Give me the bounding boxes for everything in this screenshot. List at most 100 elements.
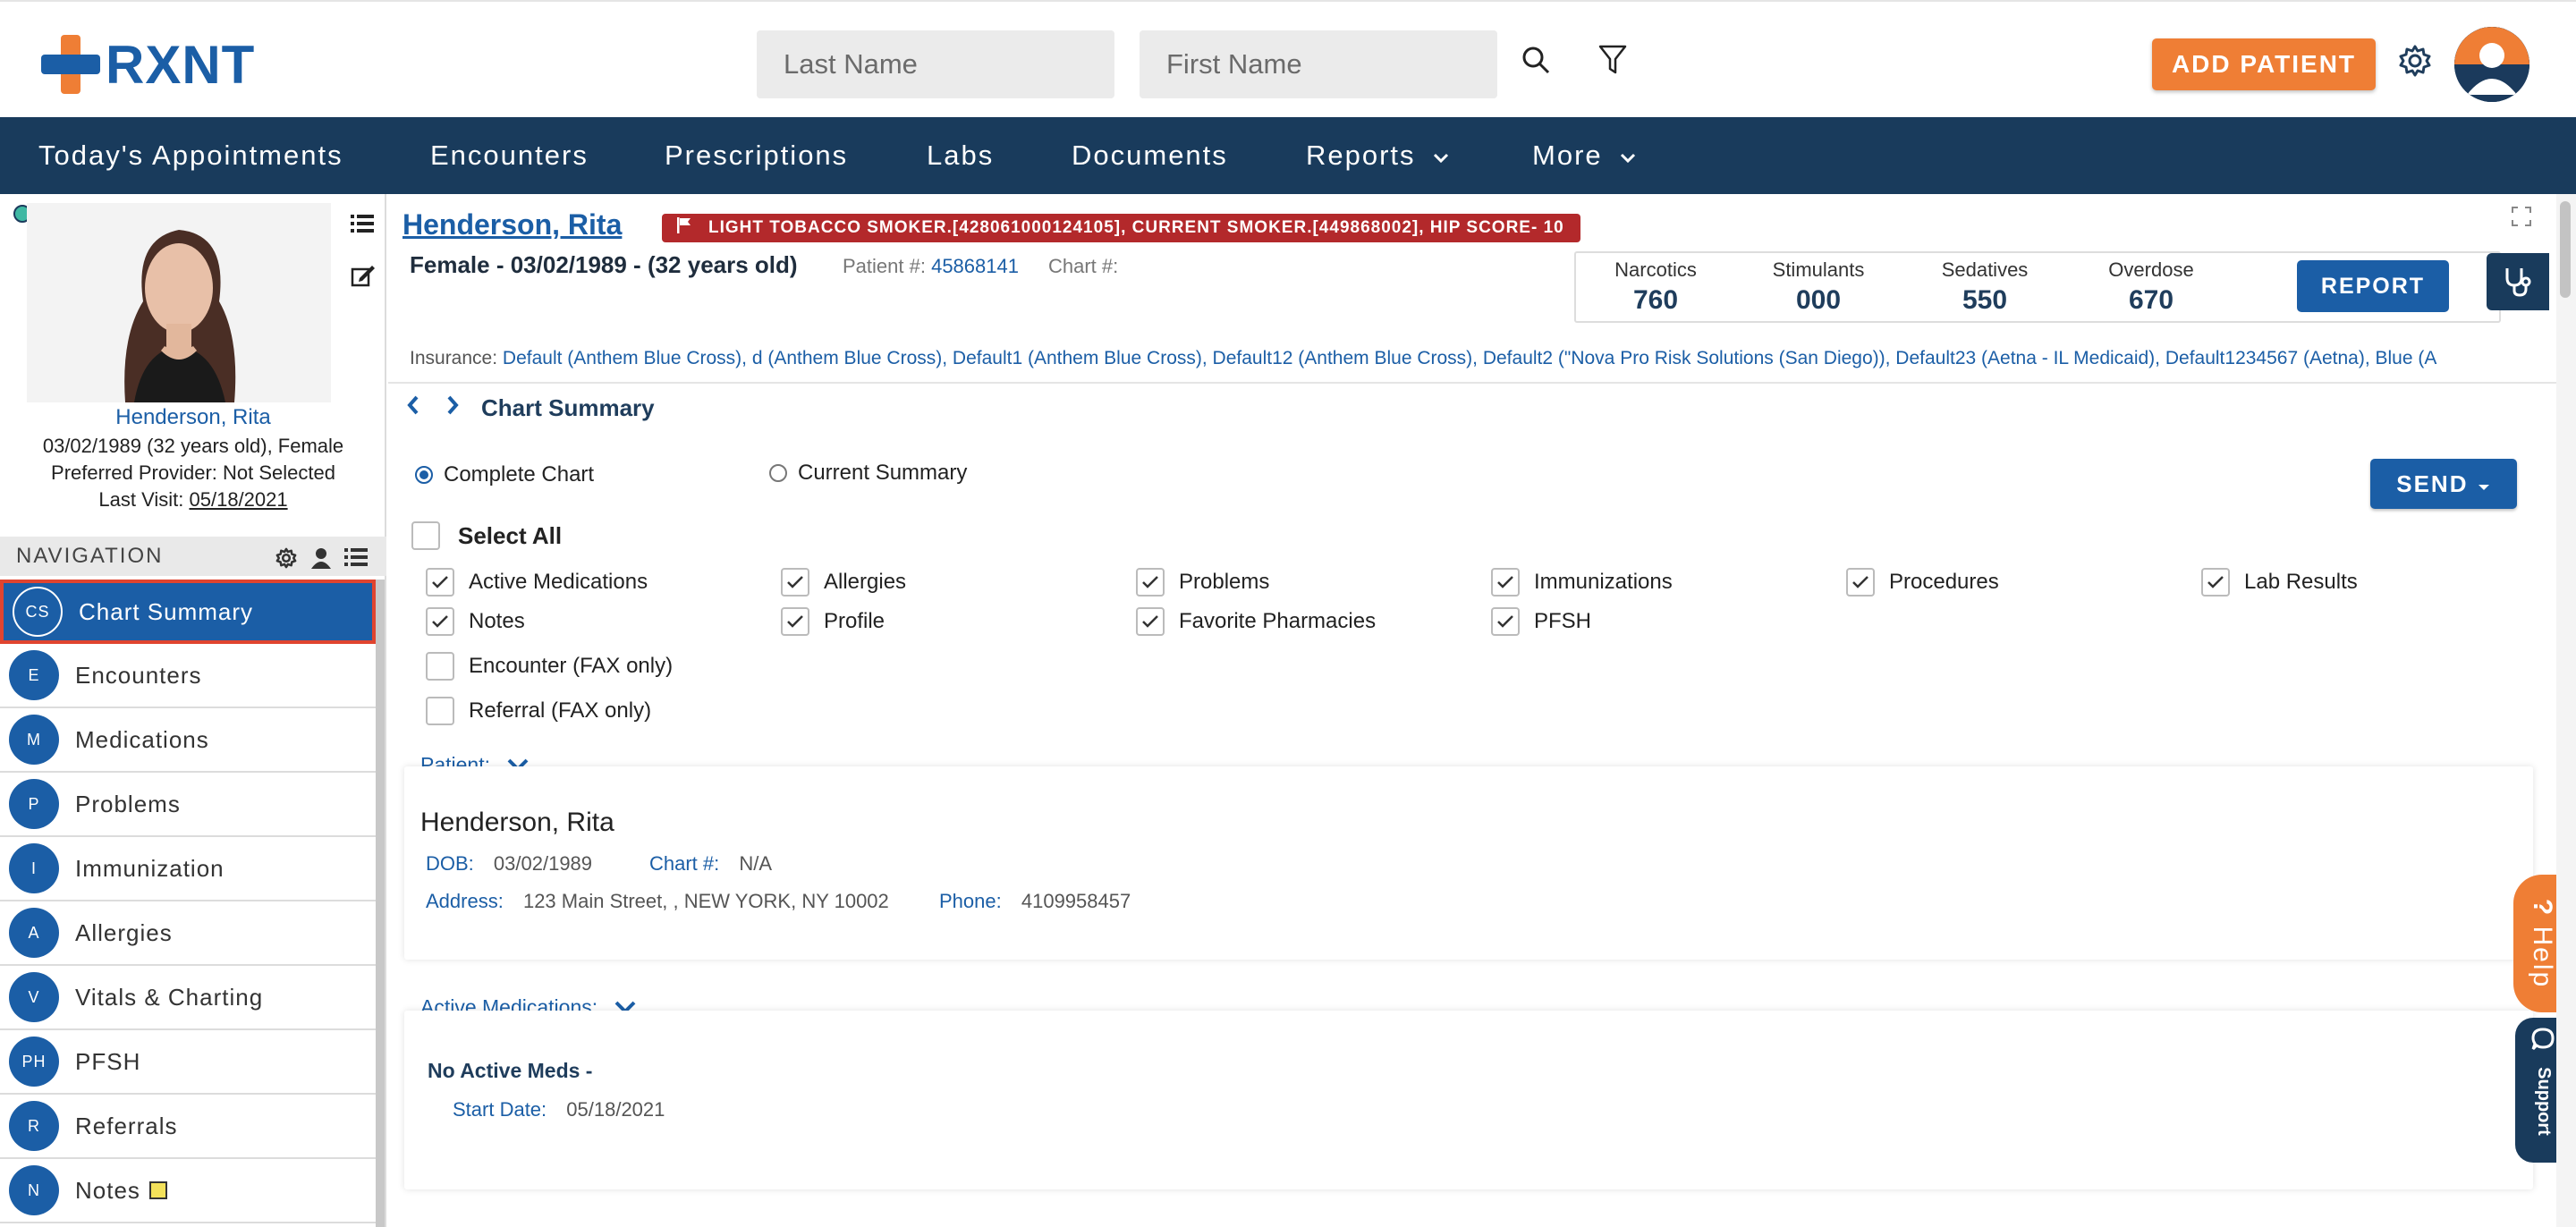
option-allergies[interactable]: Allergies — [781, 568, 906, 597]
stat-value: 000 — [1795, 285, 1842, 315]
radio-button-selected[interactable] — [415, 466, 433, 484]
report-button[interactable]: REPORT — [2297, 260, 2449, 312]
checkbox-checked[interactable] — [1491, 607, 1520, 636]
last-visit-link[interactable]: 05/18/2021 — [190, 488, 288, 511]
send-dropdown-button[interactable]: SEND — [2370, 459, 2517, 509]
checkbox-checked[interactable] — [2201, 568, 2230, 597]
sidebar-scrollbar[interactable] — [376, 580, 385, 1227]
nav-more-label: More — [1532, 140, 1603, 171]
nav-reports[interactable]: Reports — [1306, 117, 1450, 194]
preferred-provider-line: Preferred Provider: Not Selected — [51, 461, 335, 484]
sidebar-item-notes[interactable]: N Notes — [0, 1159, 376, 1223]
option-profile[interactable]: Profile — [781, 607, 885, 636]
user-avatar[interactable] — [2454, 27, 2529, 102]
immunization-abbr: I — [9, 843, 59, 893]
search-icon[interactable] — [1517, 41, 1555, 79]
add-patient-button[interactable]: ADD PATIENT — [2152, 38, 2376, 90]
filter-icon[interactable] — [1594, 41, 1631, 79]
radio-complete-chart[interactable]: Complete Chart — [415, 462, 594, 487]
patient-name-link[interactable]: Henderson, Rita — [0, 405, 386, 430]
chevron-left-icon[interactable] — [406, 394, 420, 422]
gear-icon[interactable] — [275, 547, 297, 575]
stethoscope-icon[interactable] — [2487, 253, 2549, 310]
option-problems[interactable]: Problems — [1136, 568, 1269, 597]
checkbox-unchecked[interactable] — [426, 697, 454, 725]
nav-documents[interactable]: Documents — [1072, 117, 1228, 194]
radio-current-summary[interactable]: Current Summary — [769, 461, 967, 486]
sidebar-item-medications[interactable]: M Medications — [0, 708, 376, 773]
alert-badge[interactable]: LIGHT TOBACCO SMOKER.[428061000124105], … — [662, 214, 1580, 242]
chat-bubble-icon — [2531, 1028, 2555, 1051]
select-all-checkbox[interactable] — [411, 521, 440, 550]
problems-abbr: P — [9, 779, 59, 829]
dob-value: 03/02/1989 — [493, 852, 593, 875]
pdmp-stats: Narcotics 760 Stimulants 000 Sedatives 5… — [1574, 251, 2501, 323]
navigation-title: NAVIGATION — [16, 544, 164, 568]
chevron-down-icon — [1619, 140, 1637, 172]
option-encounter-fax[interactable]: Encounter (FAX only) — [426, 652, 673, 681]
scrollbar-thumb[interactable] — [2560, 201, 2571, 298]
checkbox-checked[interactable] — [1491, 568, 1520, 597]
nav-todays-appointments[interactable]: Today's Appointments — [38, 117, 343, 194]
edit-icon[interactable] — [351, 264, 376, 292]
sidebar-nav-list: CS Chart Summary E Encounters M Medicati… — [0, 580, 376, 1223]
address-field: Address: 123 Main Street, , NEW YORK, NY… — [426, 890, 889, 913]
chevron-right-icon[interactable] — [445, 394, 460, 422]
option-procedures[interactable]: Procedures — [1846, 568, 1999, 597]
user-icon[interactable] — [311, 547, 331, 575]
checkbox-checked[interactable] — [1846, 568, 1875, 597]
checkbox-unchecked[interactable] — [426, 652, 454, 681]
option-notes[interactable]: Notes — [426, 607, 525, 636]
option-lab-results[interactable]: Lab Results — [2201, 568, 2358, 597]
checkbox-checked[interactable] — [426, 607, 454, 636]
select-all[interactable]: Select All — [411, 521, 562, 550]
gear-icon[interactable] — [2395, 41, 2435, 80]
sidebar-item-label: Problems — [75, 790, 181, 817]
insurance-list[interactable]: Default (Anthem Blue Cross), d (Anthem B… — [503, 348, 2436, 368]
stat-value: 670 — [2128, 285, 2174, 315]
rxnt-logo[interactable]: RXNT — [41, 34, 255, 95]
list-view-icon[interactable] — [351, 214, 374, 238]
navigation-header: NAVIGATION — [0, 537, 386, 576]
expand-icon[interactable] — [2512, 207, 2531, 231]
sidebar-item-pfsh[interactable]: PH PFSH — [0, 1030, 376, 1095]
option-label: Favorite Pharmacies — [1179, 609, 1377, 633]
sidebar-item-immunization[interactable]: I Immunization — [0, 837, 376, 901]
checkbox-checked[interactable] — [781, 607, 809, 636]
sidebar-item-vitals[interactable]: V Vitals & Charting — [0, 966, 376, 1030]
option-pfsh[interactable]: PFSH — [1491, 607, 1591, 636]
sidebar-item-encounters[interactable]: E Encounters — [0, 644, 376, 708]
list-icon[interactable] — [343, 547, 369, 573]
option-label: Allergies — [824, 570, 907, 594]
insurance-label: Insurance: — [410, 348, 498, 368]
first-name-input[interactable] — [1140, 30, 1497, 98]
chart-summary-abbr: CS — [13, 587, 63, 637]
page-scrollbar[interactable] — [2556, 194, 2576, 1227]
checkbox-checked[interactable] — [1136, 568, 1165, 597]
sidebar-item-chart-summary[interactable]: CS Chart Summary — [0, 580, 376, 644]
option-favorite-pharmacies[interactable]: Favorite Pharmacies — [1136, 607, 1376, 636]
checkbox-checked[interactable] — [781, 568, 809, 597]
sidebar-item-allergies[interactable]: A Allergies — [0, 901, 376, 966]
radio-button[interactable] — [769, 464, 787, 482]
checkbox-checked[interactable] — [1136, 607, 1165, 636]
breadcrumb: Chart Summary — [406, 394, 655, 422]
phone-field: Phone: 4109958457 — [939, 890, 1131, 913]
nav-prescriptions[interactable]: Prescriptions — [665, 117, 848, 194]
patient-name-title[interactable]: Henderson, Rita — [402, 208, 622, 241]
sidebar-item-problems[interactable]: P Problems — [0, 773, 376, 837]
sticky-note-icon — [148, 1181, 167, 1199]
checkbox-checked[interactable] — [426, 568, 454, 597]
nav-encounters[interactable]: Encounters — [430, 117, 589, 194]
logo-cross-icon — [41, 35, 100, 94]
option-referral-fax[interactable]: Referral (FAX only) — [426, 697, 651, 725]
nav-labs[interactable]: Labs — [927, 117, 994, 194]
patient-number-label: Patient #: — [843, 255, 926, 277]
main-nav: Today's Appointments Encounters Prescrip… — [0, 117, 2576, 194]
sidebar-item-referrals[interactable]: R Referrals — [0, 1095, 376, 1159]
last-name-input[interactable] — [757, 30, 1114, 98]
option-immunizations[interactable]: Immunizations — [1491, 568, 1673, 597]
option-active-medications[interactable]: Active Medications — [426, 568, 648, 597]
address-value: 123 Main Street, , NEW YORK, NY 10002 — [522, 890, 889, 912]
nav-more[interactable]: More — [1532, 117, 1637, 194]
